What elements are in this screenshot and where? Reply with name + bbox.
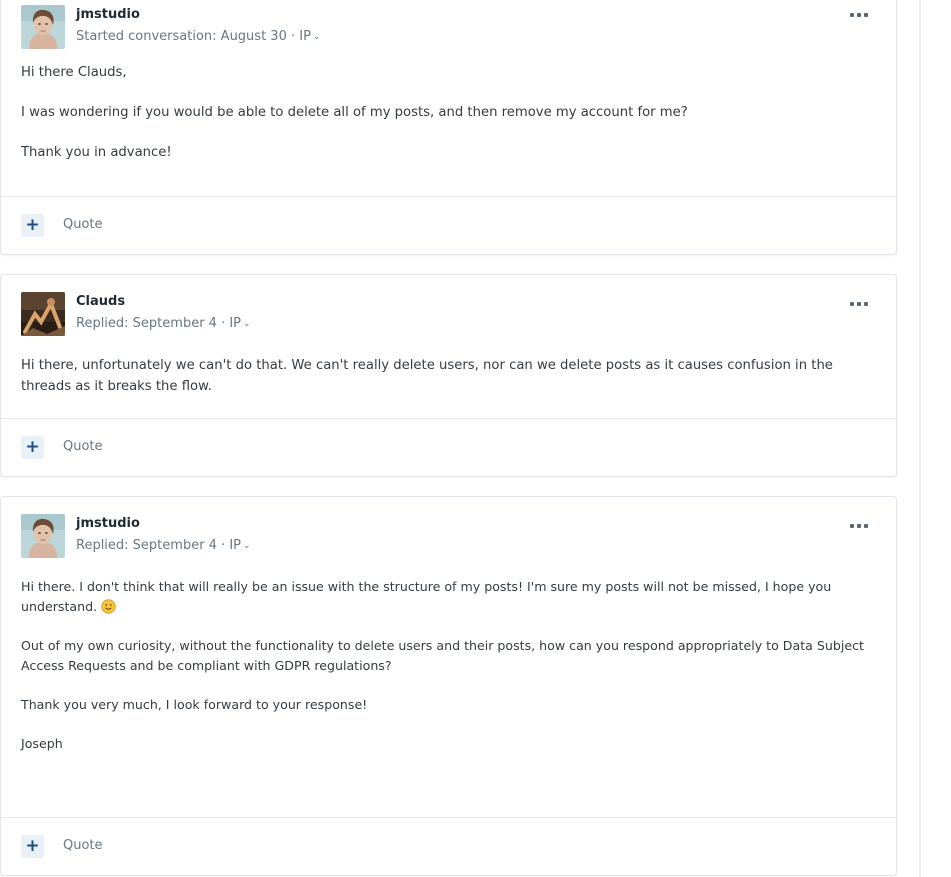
post-date: Replied: September 4 [76, 316, 217, 331]
ip-link[interactable]: · IP ⌄ [217, 538, 251, 553]
post-body: Hi there. I don't think that will really… [1, 559, 896, 754]
post-paragraph: Thank you in advance! [21, 145, 172, 160]
post-header: jmstudio Started conversation: August 30… [1, 0, 896, 62]
author-name[interactable]: jmstudio [76, 7, 140, 22]
post-paragraph-text: Hi there. I don't think that will really… [21, 579, 832, 614]
avatar[interactable] [21, 292, 65, 336]
comment-post: Clauds Replied: September 4 · IP ⌄ Hi the… [0, 274, 897, 477]
post-body: Hi there Clauds, I was wondering if you … [1, 62, 896, 163]
page-scroll-gutter [919, 0, 921, 877]
post-meta: Replied: September 4 · IP ⌄ [76, 316, 251, 331]
comment-post: jmstudio Replied: September 4 · IP ⌄ Hi t… [0, 496, 897, 876]
quote-button[interactable]: Quote [63, 217, 103, 232]
post-paragraph: Joseph [21, 736, 63, 751]
figure-photo-avatar [21, 292, 65, 336]
avatar[interactable] [21, 514, 65, 558]
quote-button[interactable]: Quote [63, 838, 103, 853]
ip-label: · IP [286, 29, 311, 44]
post-meta: Replied: September 4 · IP ⌄ [76, 538, 251, 553]
post-footer: + Quote [1, 196, 896, 254]
more-options-icon[interactable] [850, 12, 868, 18]
chevron-down-icon: ⌄ [243, 319, 251, 329]
avatar[interactable] [21, 5, 65, 49]
ip-link[interactable]: · IP ⌄ [287, 29, 321, 44]
post-body: Hi there, unfortunately we can't do that… [1, 337, 896, 397]
smile-emoji-icon [101, 599, 116, 614]
chevron-down-icon: ⌄ [312, 32, 321, 42]
post-paragraph: Hi there. I don't think that will really… [21, 577, 876, 617]
post-footer: + Quote [1, 418, 896, 476]
ip-label: · IP [216, 538, 242, 553]
more-options-icon[interactable] [850, 523, 868, 529]
post-date: Replied: September 4 [76, 538, 217, 553]
chevron-down-icon: ⌄ [243, 541, 251, 551]
woman-portrait-avatar [21, 5, 65, 49]
add-reaction-button[interactable]: + [21, 835, 44, 858]
comment-post: jmstudio Started conversation: August 30… [0, 0, 897, 255]
post-date: Started conversation: August 30 [76, 29, 287, 44]
author-name[interactable]: jmstudio [76, 516, 140, 531]
post-header: jmstudio Replied: September 4 · IP ⌄ [1, 497, 896, 559]
post-paragraph: Out of my own curiosity, without the fun… [21, 638, 864, 673]
ip-label: · IP [216, 316, 242, 331]
post-header: Clauds Replied: September 4 · IP ⌄ [1, 275, 896, 337]
add-reaction-button[interactable]: + [21, 436, 44, 459]
post-paragraph: Hi there, unfortunately we can't do that… [21, 358, 833, 394]
quote-button[interactable]: Quote [63, 439, 103, 454]
post-paragraph: I was wondering if you would be able to … [21, 105, 688, 120]
post-paragraph: Hi there Clauds, [21, 65, 127, 80]
more-options-icon[interactable] [850, 301, 868, 307]
post-meta: Started conversation: August 30 · IP ⌄ [76, 29, 320, 44]
post-paragraph: Thank you very much, I look forward to y… [21, 697, 368, 712]
author-name[interactable]: Clauds [76, 294, 125, 309]
woman-portrait-avatar [21, 514, 65, 558]
add-reaction-button[interactable]: + [21, 214, 44, 237]
ip-link[interactable]: · IP ⌄ [217, 316, 251, 331]
post-footer: + Quote [1, 817, 896, 875]
